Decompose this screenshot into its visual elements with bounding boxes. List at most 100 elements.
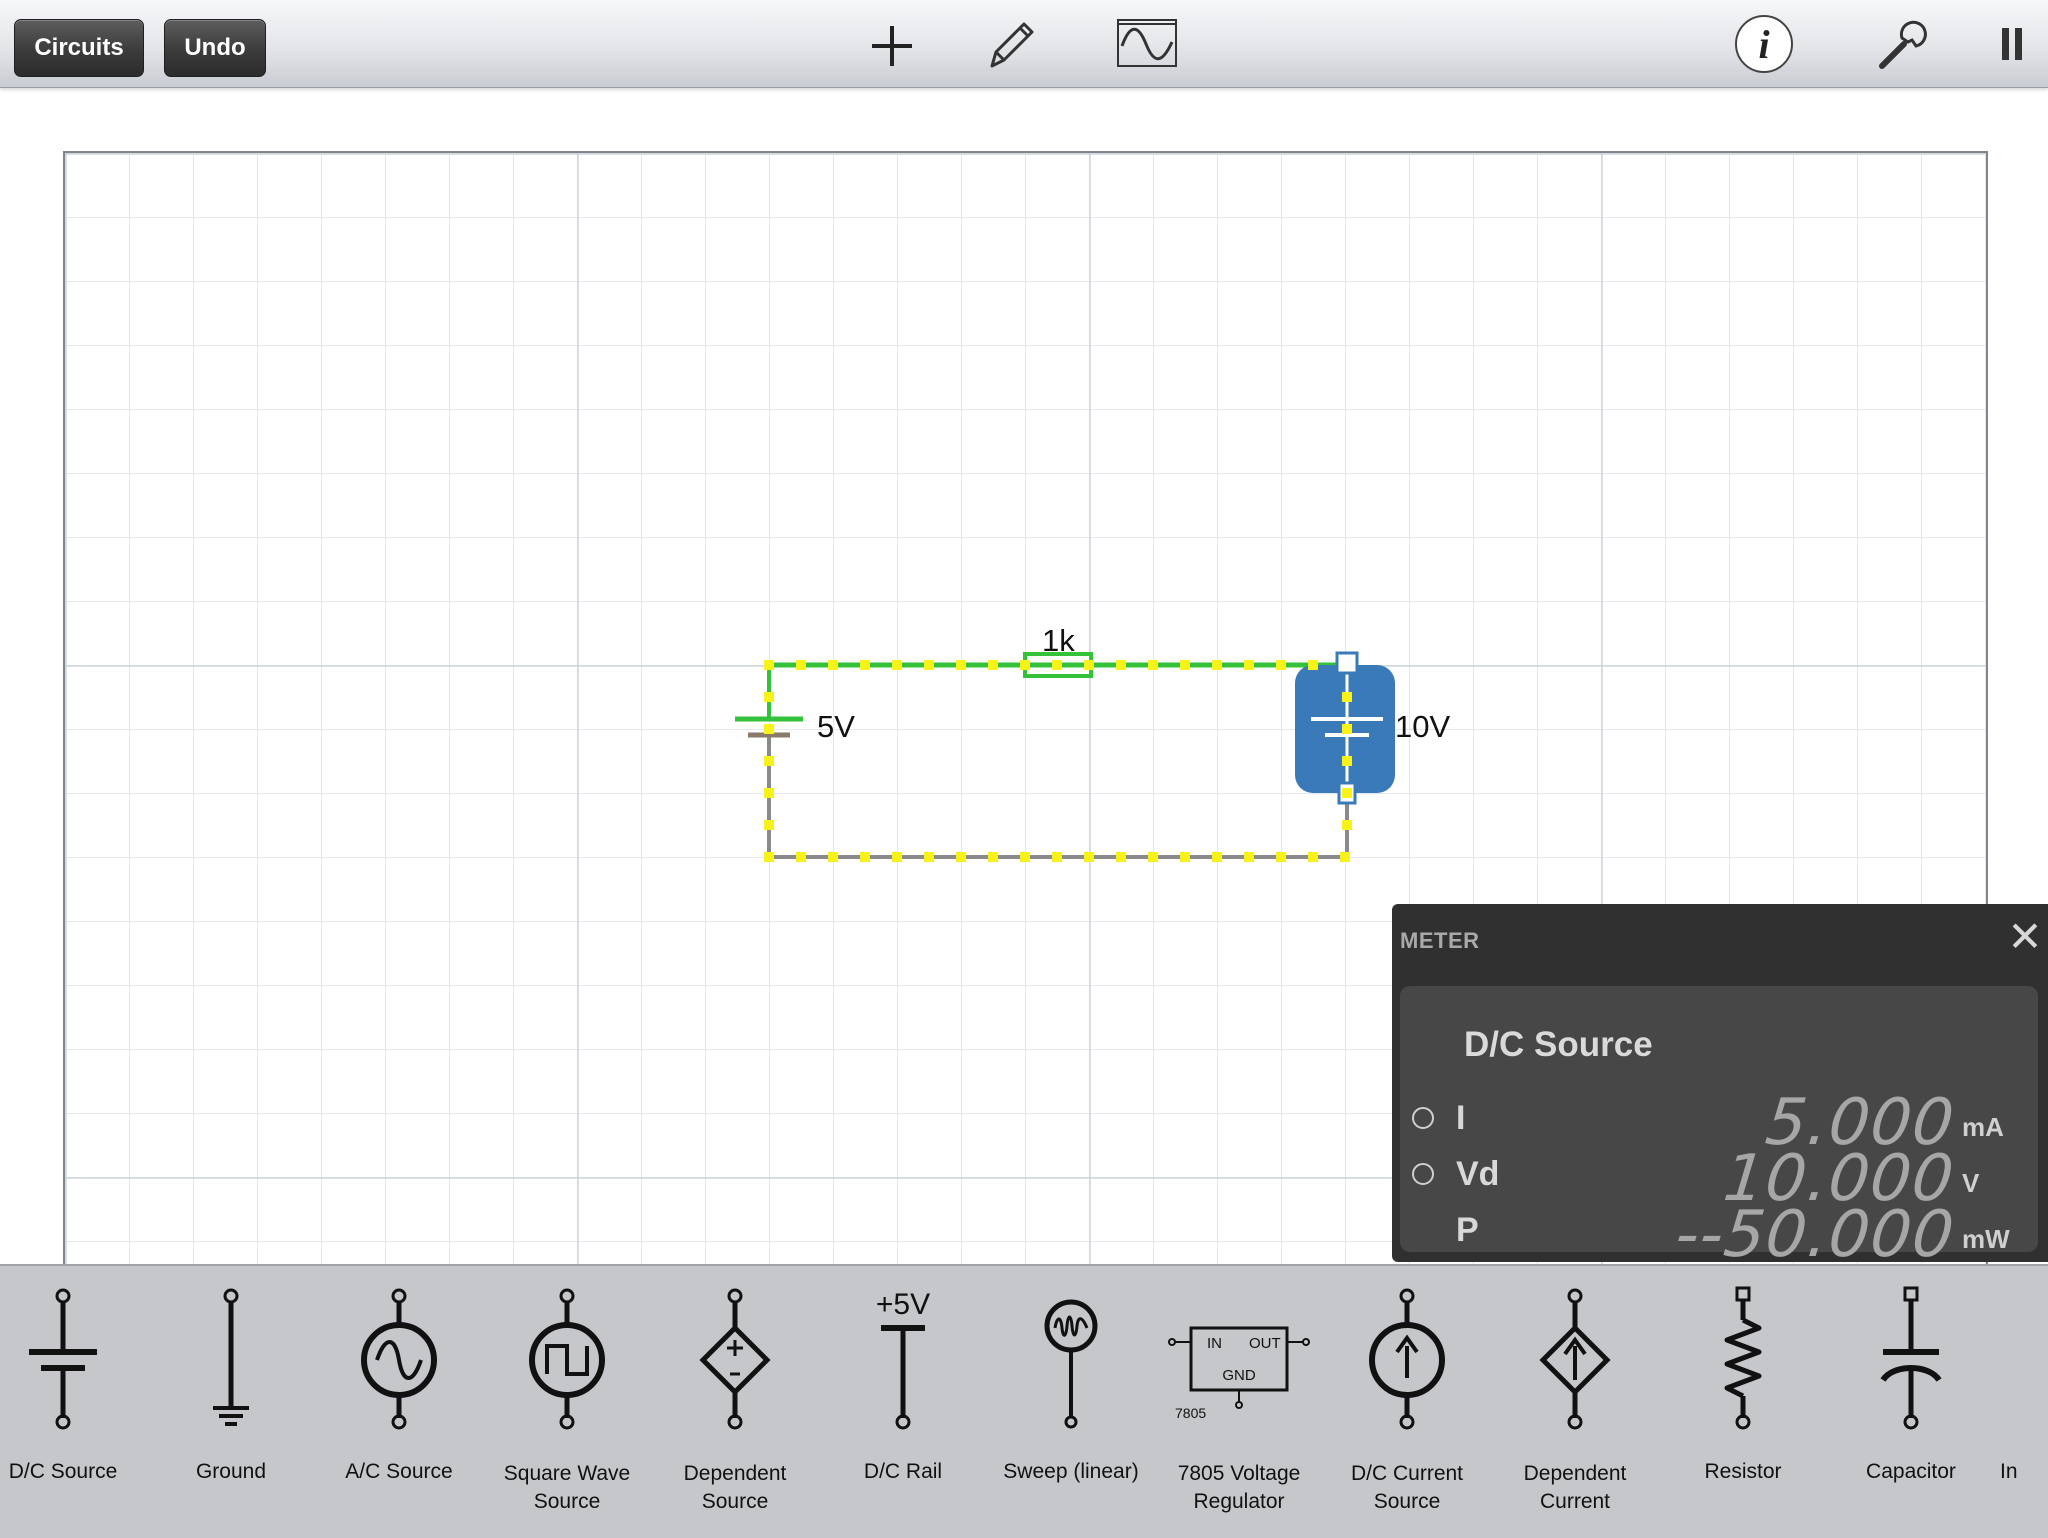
palette-inductor[interactable]: In (1995, 1266, 2048, 1538)
pause-icon[interactable] (2000, 26, 2026, 62)
ac-source-icon (361, 1288, 437, 1430)
palette-resistor[interactable]: Resistor (1659, 1266, 1827, 1538)
current-dot (1308, 660, 1318, 670)
current-dot (1084, 852, 1094, 862)
wrench-icon[interactable] (1872, 16, 1928, 72)
voltage-regulator-icon: IN OUT GND 7805 (1168, 1326, 1310, 1421)
current-dot (1148, 852, 1158, 862)
current-flow-dots (764, 660, 1352, 862)
dependent-current-icon (1539, 1288, 1611, 1430)
meter-unit-voltage: V (1962, 1168, 1980, 1198)
palette-label: Ground (195, 1460, 267, 1483)
palette-label: Dependent Source (683, 1462, 787, 1513)
current-dot (1342, 788, 1352, 798)
palette-label: Dependent Current (1523, 1462, 1627, 1513)
current-dot (1052, 852, 1062, 862)
palette-label: 7805 Voltage Regulator (1177, 1462, 1301, 1513)
current-dot (924, 660, 934, 670)
palette-label: In (2000, 1460, 2018, 1483)
circuits-button[interactable]: Circuits (14, 19, 144, 77)
meter-unit-current: mA (1962, 1112, 2004, 1142)
palette-ac-source[interactable]: A/C Source (315, 1266, 483, 1538)
current-dot (828, 852, 838, 862)
current-dot (956, 660, 966, 670)
current-dot (828, 660, 838, 670)
palette-dc-current-source[interactable]: D/C Current Source (1323, 1266, 1491, 1538)
palette-label: Resistor (1704, 1460, 1782, 1483)
current-dot (1020, 852, 1030, 862)
current-dot (1212, 852, 1222, 862)
oscilloscope-icon[interactable] (1116, 16, 1178, 70)
current-dot (1020, 660, 1030, 670)
current-dot (796, 852, 806, 862)
current-dot (956, 852, 966, 862)
current-dot (1342, 756, 1352, 766)
palette-label: Sweep (linear) (1003, 1460, 1139, 1483)
current-dot (764, 852, 774, 862)
current-dot (892, 660, 902, 670)
source-right-label: 10V (1395, 709, 1451, 744)
palette-square-wave-source[interactable]: Square Wave Source (483, 1266, 651, 1538)
current-dot (1342, 692, 1352, 702)
palette-label: D/C Source (8, 1460, 118, 1483)
current-dot (764, 788, 774, 798)
dependent-source-icon (699, 1288, 771, 1430)
current-dot (1276, 660, 1286, 670)
pencil-icon[interactable] (984, 16, 1036, 72)
meter-label-power: P (1456, 1211, 1479, 1249)
meter-row-current: I 5.000 mA (1400, 1086, 2038, 1160)
palette-dc-rail[interactable]: +5V D/C Rail (819, 1266, 987, 1538)
current-dot (924, 852, 934, 862)
current-dot (764, 692, 774, 702)
close-icon[interactable]: ✕ (2006, 916, 2044, 958)
current-dot (1342, 724, 1352, 734)
current-dot (764, 660, 774, 670)
square-wave-source-icon (529, 1288, 605, 1430)
current-dot (1116, 660, 1126, 670)
palette-label: Capacitor (1866, 1460, 1956, 1483)
capacitor-icon (1880, 1286, 1942, 1430)
meter-row-voltage: Vd 10.000 V (1400, 1142, 2038, 1216)
palette-ground[interactable]: Ground (147, 1266, 315, 1538)
info-icon[interactable]: i (1734, 14, 1794, 74)
ground-icon (213, 1288, 249, 1426)
current-dot (1244, 660, 1254, 670)
palette-voltage-regulator[interactable]: IN OUT GND 7805 7805 Voltage Regulator (1155, 1266, 1323, 1538)
current-dot (1180, 660, 1190, 670)
meter-component-name: D/C Source (1464, 1025, 1653, 1064)
toolbar: Circuits Undo i (0, 0, 2048, 88)
palette-capacitor[interactable]: Capacitor (1827, 1266, 1995, 1538)
radio-voltage[interactable] (1412, 1163, 1434, 1185)
dc-rail-icon: +5V (876, 1288, 930, 1430)
meter-panel: METER ✕ D/C Source I 5.000 mA Vd 10.000 … (1392, 904, 2048, 1272)
undo-button[interactable]: Undo (164, 19, 266, 77)
meter-unit-power: mW (1962, 1224, 2010, 1254)
current-dot (860, 852, 870, 862)
current-dot (764, 724, 774, 734)
current-dot (1244, 852, 1254, 862)
current-dot (892, 852, 902, 862)
current-dot (1276, 852, 1286, 862)
current-dot (1084, 660, 1094, 670)
palette-label: D/C Current Source (1350, 1462, 1464, 1513)
resistor-label: 1k (1042, 623, 1075, 658)
palette-dependent-current[interactable]: Dependent Current (1491, 1266, 1659, 1538)
current-dot (1212, 660, 1222, 670)
resistor-icon (1724, 1286, 1762, 1430)
meter-title: METER (1400, 928, 1480, 953)
current-dot (1180, 852, 1190, 862)
dc-source-icon (29, 1288, 97, 1430)
palette-dependent-source[interactable]: Dependent Source (651, 1266, 819, 1538)
add-icon[interactable] (868, 22, 916, 70)
meter-readout: D/C Source I 5.000 mA Vd 10.000 V P --50… (1400, 986, 2038, 1272)
svg-text:i: i (1758, 22, 1769, 67)
palette-dc-source[interactable]: D/C Source (0, 1266, 147, 1538)
current-dot (1340, 852, 1350, 862)
dc-current-source-icon (1369, 1288, 1445, 1430)
current-dot (988, 852, 998, 862)
meter-value-power: --50.000 (1671, 1198, 1958, 1272)
palette-sweep[interactable]: Sweep (linear) (987, 1266, 1155, 1538)
current-dot (988, 660, 998, 670)
radio-current[interactable] (1412, 1107, 1434, 1129)
svg-text:7805: 7805 (1175, 1405, 1206, 1421)
